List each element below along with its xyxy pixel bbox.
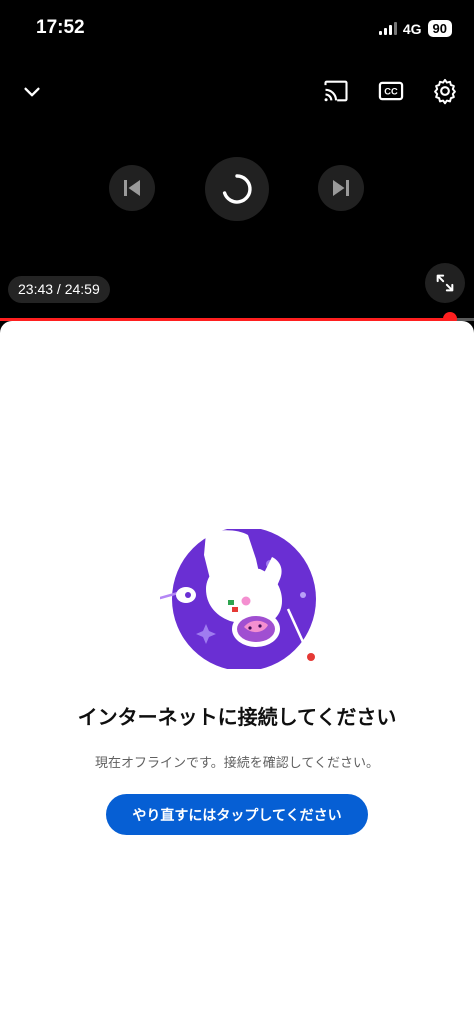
offline-panel: インターネットに接続してください 現在オフラインです。接続を確認してください。 … xyxy=(0,321,474,1024)
signal-icon xyxy=(378,22,397,35)
time-display: 23:43 / 24:59 xyxy=(8,276,110,303)
loading-spinner-icon xyxy=(222,174,252,204)
status-time: 17:52 xyxy=(36,17,85,38)
svg-text:CC: CC xyxy=(384,87,398,97)
chevron-down-icon[interactable] xyxy=(18,78,46,106)
battery-level: 90 xyxy=(427,20,452,37)
status-bar: 17:52 4G 90 xyxy=(0,0,474,56)
previous-button[interactable] xyxy=(109,165,155,211)
retry-button[interactable]: やり直すにはタップしてください xyxy=(106,794,368,835)
play-pause-button[interactable] xyxy=(205,157,269,221)
status-indicators: 4G 90 xyxy=(378,20,452,37)
offline-title: インターネットに接続してください xyxy=(77,705,397,729)
next-icon xyxy=(333,180,349,196)
previous-icon xyxy=(124,180,140,196)
video-player[interactable]: CC 23:43 / 24:59 xyxy=(0,56,474,326)
offline-message: 現在オフラインです。接続を確認してください。 xyxy=(95,756,379,771)
cast-icon[interactable] xyxy=(320,75,352,107)
fullscreen-button[interactable] xyxy=(425,263,465,303)
astronaut-illustration xyxy=(160,529,316,669)
settings-icon[interactable] xyxy=(429,75,461,107)
captions-icon[interactable]: CC xyxy=(375,75,407,107)
network-type: 4G xyxy=(402,20,422,37)
next-button[interactable] xyxy=(318,165,364,211)
fullscreen-icon xyxy=(436,274,454,292)
